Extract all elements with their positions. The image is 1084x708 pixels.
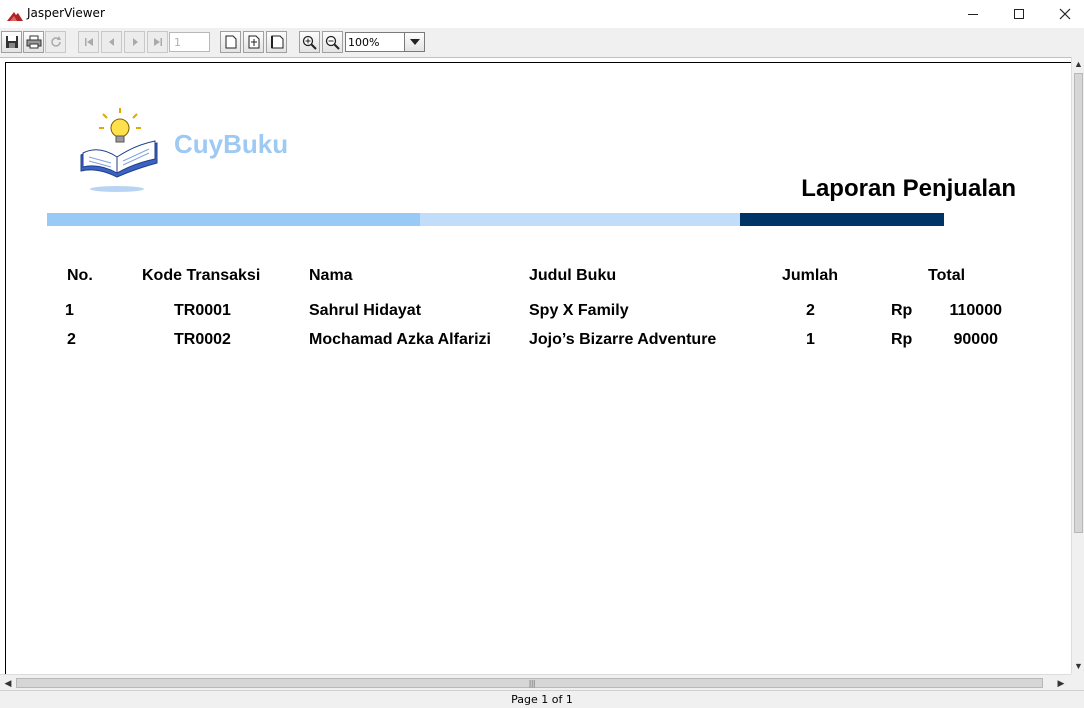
- horizontal-scroll-thumb[interactable]: |||: [16, 678, 1043, 688]
- chevron-down-icon[interactable]: [404, 33, 424, 51]
- fit-width-icon: [270, 35, 283, 49]
- column-header-jumlah: Jumlah: [782, 267, 839, 284]
- jasper-logo-icon: [7, 8, 23, 26]
- save-button[interactable]: [1, 31, 22, 53]
- first-page-button[interactable]: [78, 31, 99, 53]
- print-button[interactable]: [23, 31, 44, 53]
- row-1-no: 1: [65, 302, 74, 319]
- scroll-right-icon[interactable]: ▶: [1055, 676, 1067, 690]
- horizontal-scrollbar[interactable]: ◀ ||| ▶: [0, 674, 1071, 690]
- zoom-in-button[interactable]: [299, 31, 320, 53]
- fit-page-icon: [248, 35, 259, 49]
- vertical-scroll-thumb[interactable]: [1074, 73, 1083, 533]
- brand-name: CuyBuku: [174, 129, 289, 159]
- column-header-nama: Nama: [309, 267, 353, 284]
- viewer-toolbar: 1 100%: [0, 28, 1084, 56]
- next-page-icon: [132, 38, 138, 46]
- row-1-jumlah: 2: [806, 302, 815, 319]
- page-icon: [225, 35, 236, 49]
- fit-width-button[interactable]: [266, 31, 287, 53]
- row-2-jumlah: 1: [806, 331, 815, 348]
- next-page-button[interactable]: [124, 31, 145, 53]
- column-header-total: Total: [928, 267, 966, 284]
- reload-button[interactable]: [45, 31, 66, 53]
- row-2-kode: TR0002: [174, 331, 231, 348]
- last-page-icon: [153, 38, 162, 46]
- zoom-select[interactable]: 100%: [345, 32, 425, 52]
- title-bar: JasperViewer: [0, 0, 1084, 28]
- book-lightbulb-logo-icon: [77, 105, 161, 200]
- report-page: CuyBuku Laporan Penjualan No. Kode Trans…: [5, 62, 1071, 675]
- column-header-no: No.: [67, 267, 93, 284]
- row-1-total: 110000: [949, 302, 1002, 319]
- zoom-value: 100%: [348, 36, 380, 49]
- last-page-button[interactable]: [147, 31, 168, 53]
- row-1-kode: TR0001: [174, 302, 231, 319]
- report-viewport: CuyBuku Laporan Penjualan No. Kode Trans…: [0, 57, 1071, 675]
- actual-size-button[interactable]: [220, 31, 241, 53]
- previous-page-icon: [108, 38, 114, 46]
- row-2-total: 90000: [953, 331, 999, 348]
- save-icon: [5, 36, 18, 48]
- status-bar: Page 1 of 1: [0, 690, 1084, 708]
- row-2-nama: Mochamad Azka Alfarizi: [309, 331, 491, 348]
- scroll-left-icon[interactable]: ◀: [2, 676, 14, 690]
- window-title: JasperViewer: [27, 6, 105, 20]
- maximize-button[interactable]: [996, 0, 1042, 28]
- row-1-currency: Rp: [891, 302, 913, 319]
- scroll-down-icon[interactable]: ▼: [1073, 659, 1084, 673]
- report-title: Laporan Penjualan: [801, 175, 1016, 202]
- page-status: Page 1 of 1: [511, 693, 573, 706]
- column-header-kode: Kode Transaksi: [142, 267, 261, 284]
- vertical-scrollbar[interactable]: ▲ ▼: [1071, 57, 1084, 674]
- header-bar-lighter: [420, 213, 740, 226]
- page-number-input[interactable]: 1: [169, 32, 210, 52]
- row-2-no: 2: [67, 331, 76, 348]
- zoom-in-icon: [302, 35, 317, 50]
- minimize-button[interactable]: [950, 0, 996, 28]
- first-page-icon: [84, 38, 93, 46]
- row-2-judul: Jojo’s Bizarre Adventure: [529, 331, 717, 348]
- column-header-judul: Judul Buku: [529, 267, 617, 284]
- printer-icon: [26, 35, 41, 49]
- row-1-judul: Spy X Family: [529, 302, 629, 319]
- header-bar-dark: [740, 213, 944, 226]
- fit-page-button[interactable]: [243, 31, 264, 53]
- close-button[interactable]: [1042, 0, 1084, 28]
- reload-icon: [50, 36, 61, 47]
- header-bar-light: [47, 213, 420, 226]
- previous-page-button[interactable]: [101, 31, 122, 53]
- row-2-currency: Rp: [891, 331, 913, 348]
- zoom-out-button[interactable]: [322, 31, 343, 53]
- row-1-nama: Sahrul Hidayat: [309, 302, 422, 319]
- scroll-up-icon[interactable]: ▲: [1073, 57, 1084, 71]
- zoom-out-icon: [325, 35, 340, 50]
- grip-icon: |||: [529, 679, 536, 688]
